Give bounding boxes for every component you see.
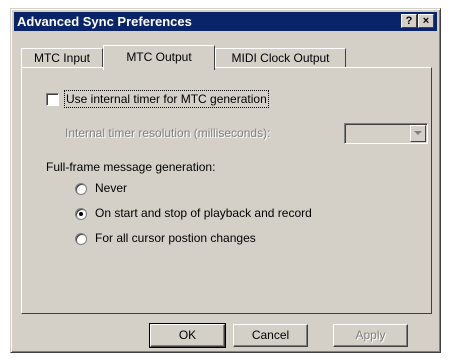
radio-all-cursor-label[interactable]: For all cursor postion changes [95, 231, 256, 245]
close-icon: × [422, 15, 430, 27]
tab-mtc-output[interactable]: MTC Output [103, 45, 215, 70]
tab-midi-clock-output[interactable]: MIDI Clock Output [215, 48, 346, 68]
radio-all-cursor[interactable] [75, 233, 87, 245]
close-button[interactable]: × [418, 14, 434, 28]
fullframe-group-label: Full-frame message generation: [46, 160, 216, 174]
advanced-sync-preferences-dialog: Advanced Sync Preferences ? × MTC Input … [10, 8, 441, 353]
cancel-button[interactable]: Cancel [233, 324, 308, 347]
timer-resolution-label: Internal timer resolution (milliseconds)… [65, 126, 271, 140]
ok-button[interactable]: OK [149, 323, 226, 348]
use-internal-timer-checkbox[interactable] [46, 93, 59, 106]
radio-never[interactable] [75, 183, 87, 195]
radio-start-stop-label[interactable]: On start and stop of playback and record [95, 206, 312, 220]
chevron-down-icon [414, 131, 422, 135]
dropdown-button[interactable] [410, 125, 426, 142]
help-button[interactable]: ? [401, 14, 417, 28]
radio-selected-dot [79, 212, 83, 216]
use-internal-timer-label[interactable]: Use internal timer for MTC generation [64, 90, 269, 108]
title-bar[interactable]: Advanced Sync Preferences ? × [14, 12, 437, 31]
help-icon: ? [405, 15, 413, 27]
radio-start-stop[interactable] [75, 208, 87, 220]
tab-mtc-input[interactable]: MTC Input [21, 48, 103, 68]
apply-button[interactable]: Apply [333, 324, 408, 347]
radio-never-label[interactable]: Never [95, 181, 127, 195]
window-title: Advanced Sync Preferences [17, 14, 192, 29]
timer-resolution-select[interactable] [344, 123, 428, 144]
mtc-output-panel: Use internal timer for MTC generation In… [21, 67, 432, 314]
